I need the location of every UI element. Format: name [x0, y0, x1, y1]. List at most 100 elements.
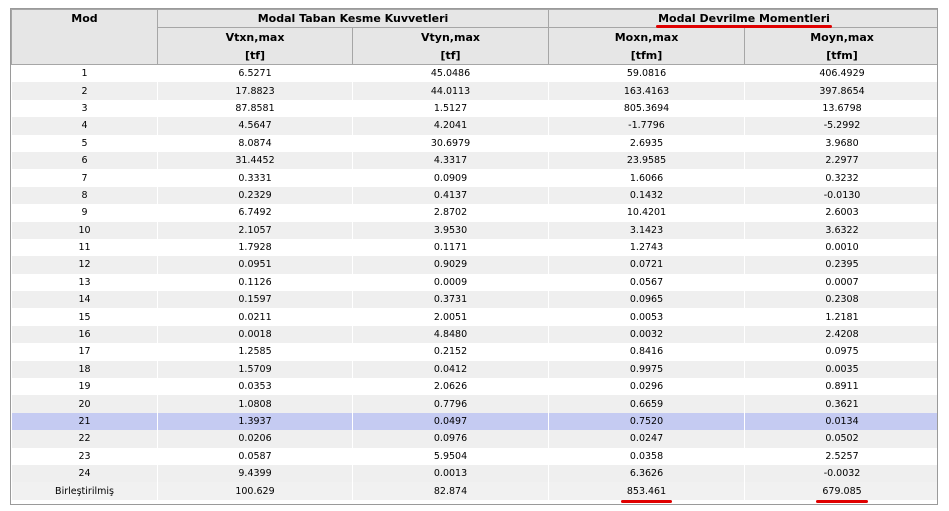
unit-vtyn: [tf]: [351, 46, 550, 65]
header-moxn[interactable]: Moxn,max: [548, 27, 746, 46]
cell-value: 0.0587: [157, 447, 353, 465]
cell-mode: 10: [11, 221, 158, 239]
cell-value: 9.4399: [157, 464, 353, 483]
total-value-text: 853.461: [626, 485, 667, 497]
table-row[interactable]: 9 6.7492 2.8702 10.4201 2.6003: [11, 204, 937, 222]
table-row[interactable]: 10 2.1057 3.9530 3.1423 3.6322: [11, 221, 937, 239]
cell-mode: 22: [11, 430, 158, 448]
table-row[interactable]: 19 0.0353 2.0626 0.0296 0.8911: [11, 378, 937, 396]
cell-value: 0.0951: [157, 256, 353, 274]
cell-value: 6.3626: [548, 464, 746, 483]
cell-mode: 11: [11, 238, 158, 257]
table-row[interactable]: 4 4.5647 4.2041 -1.7796 -5.2992: [11, 117, 937, 135]
cell-value: 0.2395: [744, 256, 937, 274]
table-row[interactable]: 17 1.2585 0.2152 0.8416 0.0975: [11, 343, 937, 361]
cell-value: 1.2743: [548, 238, 746, 257]
cell-value: 0.2308: [744, 291, 937, 309]
cell-value: 2.6935: [548, 134, 746, 152]
cell-mode: 1: [11, 64, 158, 83]
cell-value: 4.8480: [351, 325, 550, 344]
header-vtxn[interactable]: Vtxn,max: [157, 27, 353, 46]
table-row-total[interactable]: Birleştirilmiş 100.629 82.874 853.461 679.08…: [11, 482, 937, 503]
total-value: 853.461: [548, 482, 746, 503]
cell-value: 805.3694: [548, 99, 746, 118]
cell-value: 1.5127: [351, 99, 550, 118]
cell-value: -5.2992: [744, 117, 937, 135]
cell-value: 4.3317: [351, 151, 550, 170]
cell-value: 0.0010: [744, 238, 937, 257]
cell-value: 3.9680: [744, 134, 937, 152]
total-value: 100.629: [157, 482, 353, 500]
cell-mode: 14: [11, 291, 158, 309]
cell-value: 2.6003: [744, 204, 937, 222]
cell-value: 0.6659: [548, 395, 746, 413]
cell-value: 4.2041: [351, 117, 550, 135]
table-row[interactable]: 14 0.1597 0.3731 0.0965 0.2308: [11, 291, 937, 309]
cell-value: 0.0247: [548, 430, 746, 448]
table-row[interactable]: 8 0.2329 0.4137 0.1432 -0.0130: [11, 186, 937, 205]
cell-value: 0.9029: [351, 256, 550, 274]
cell-mode: 24: [11, 464, 158, 483]
table-row[interactable]: 7 0.3331 0.0909 1.6066 0.3232: [11, 169, 937, 187]
cell-value: 0.0358: [548, 447, 746, 465]
table-row[interactable]: 3 87.8581 1.5127 805.3694 13.6798: [11, 99, 937, 118]
unit-vtxn: [tf]: [157, 46, 353, 65]
unit-moxn: [tfm]: [548, 46, 746, 65]
cell-value: 6.5271: [157, 64, 353, 83]
cell-value: 31.4452: [157, 151, 353, 170]
table-row[interactable]: 24 9.4399 0.0013 6.3626 -0.0032: [11, 464, 937, 483]
cell-value: 163.4163: [548, 82, 746, 100]
cell-mode: 17: [11, 343, 158, 361]
table-row[interactable]: 20 1.0808 0.7796 0.6659 0.3621: [11, 395, 937, 413]
cell-mode: 7: [11, 169, 158, 187]
table-row[interactable]: 18 1.5709 0.0412 0.9975 0.0035: [11, 360, 937, 379]
cell-value: 0.0053: [548, 308, 746, 326]
cell-value: 0.0032: [548, 325, 746, 344]
table-row[interactable]: 5 8.0874 30.6979 2.6935 3.9680: [11, 134, 937, 152]
cell-value: 0.0976: [351, 430, 550, 448]
cell-value: 0.0018: [157, 325, 353, 344]
cell-mode: 2: [11, 82, 158, 100]
table-row[interactable]: 22 0.0206 0.0976 0.0247 0.0502: [11, 430, 937, 448]
results-table-panel: Mod Modal Taban Kesme Kuvvetleri Modal D…: [10, 8, 938, 505]
cell-value: 0.1432: [548, 186, 746, 205]
cell-value: 30.6979: [351, 134, 550, 152]
cell-value: -1.7796: [548, 117, 746, 135]
cell-value: 0.0721: [548, 256, 746, 274]
table-row[interactable]: 15 0.0211 2.0051 0.0053 1.2181: [11, 308, 937, 326]
total-value: 679.085: [744, 482, 937, 503]
cell-value: 0.0975: [744, 343, 937, 361]
cell-value: 0.1171: [351, 238, 550, 257]
cell-value: 0.0009: [351, 273, 550, 292]
table-row[interactable]: 2 17.8823 44.0113 163.4163 397.8654: [11, 82, 937, 100]
table-row[interactable]: 23 0.0587 5.9504 0.0358 2.5257: [11, 447, 937, 465]
red-underline-annotation: [816, 499, 868, 503]
header-vtyn[interactable]: Vtyn,max: [351, 27, 550, 46]
table-row[interactable]: 21 1.3937 0.0497 0.7520 0.0134: [11, 412, 937, 431]
table-row[interactable]: 13 0.1126 0.0009 0.0567 0.0007: [11, 273, 937, 292]
table-row[interactable]: 1 6.5271 45.0486 59.0816 406.4929: [11, 64, 937, 83]
cell-mode: 21: [11, 412, 158, 431]
cell-mode: 23: [11, 447, 158, 465]
cell-value: 0.0412: [351, 360, 550, 379]
cell-value: 5.9504: [351, 447, 550, 465]
cell-value: 0.0353: [157, 378, 353, 396]
cell-mode: 5: [11, 134, 158, 152]
total-label: Birleştirilmiş: [11, 482, 158, 500]
cell-value: 3.9530: [351, 221, 550, 239]
cell-value: 10.4201: [548, 204, 746, 222]
cell-value: 0.0497: [351, 412, 550, 431]
cell-value: 0.3731: [351, 291, 550, 309]
cell-value: 2.0051: [351, 308, 550, 326]
cell-value: 397.8654: [744, 82, 937, 100]
table-row[interactable]: 6 31.4452 4.3317 23.9585 2.2977: [11, 151, 937, 170]
table-body: 1 6.5271 45.0486 59.0816 406.4929 2 17.8823 44.…: [11, 64, 937, 503]
cell-value: 0.0909: [351, 169, 550, 187]
cell-value: 0.0965: [548, 291, 746, 309]
table-row[interactable]: 11 1.7928 0.1171 1.2743 0.0010: [11, 238, 937, 257]
table-row[interactable]: 12 0.0951 0.9029 0.0721 0.2395: [11, 256, 937, 274]
cell-value: 87.8581: [157, 99, 353, 118]
header-moyn[interactable]: Moyn,max: [744, 27, 937, 46]
table-row[interactable]: 16 0.0018 4.8480 0.0032 2.4208: [11, 325, 937, 344]
header-mod[interactable]: Mod: [11, 9, 158, 65]
